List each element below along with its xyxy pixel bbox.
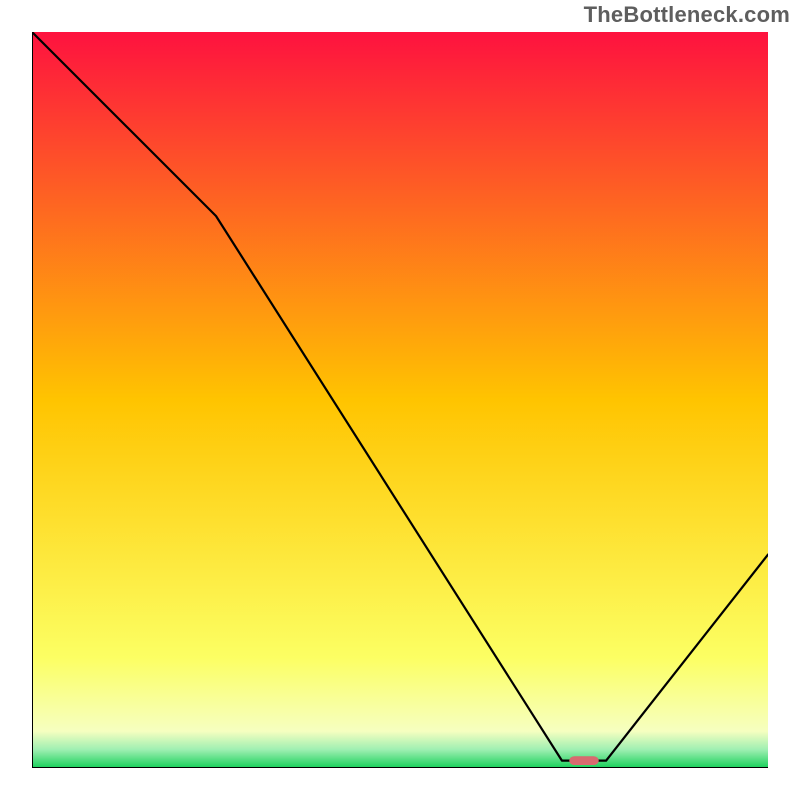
watermark-label: TheBottleneck.com [584,2,790,28]
sweet-spot-marker [569,756,598,765]
bottleneck-curve-chart [32,32,768,768]
chart-container: TheBottleneck.com [0,0,800,800]
